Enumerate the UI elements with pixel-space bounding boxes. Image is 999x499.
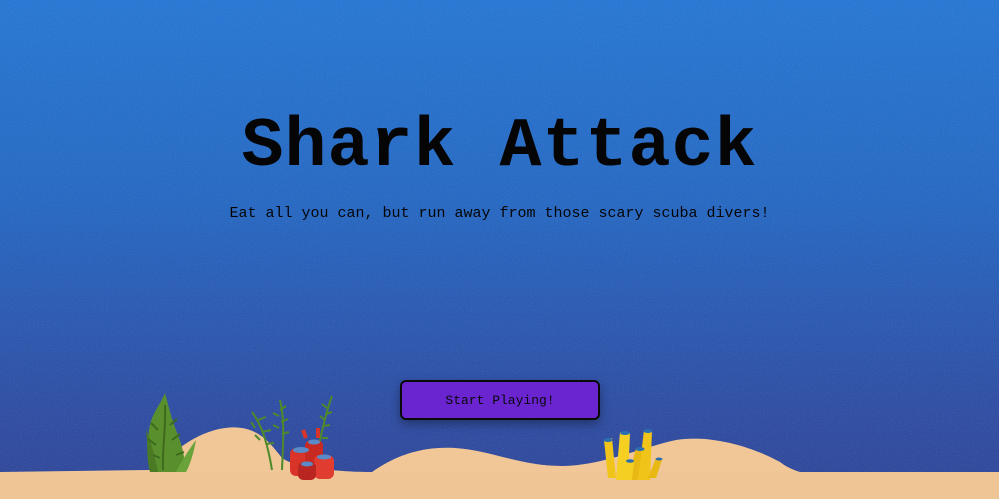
seafloor <box>0 393 999 499</box>
start-playing-button[interactable]: Start Playing! <box>400 380 600 420</box>
green-seaweed-icon <box>146 393 196 472</box>
red-coral-icon <box>290 428 334 480</box>
game-start-screen: Shark Attack Eat all you can, but run aw… <box>0 0 999 499</box>
